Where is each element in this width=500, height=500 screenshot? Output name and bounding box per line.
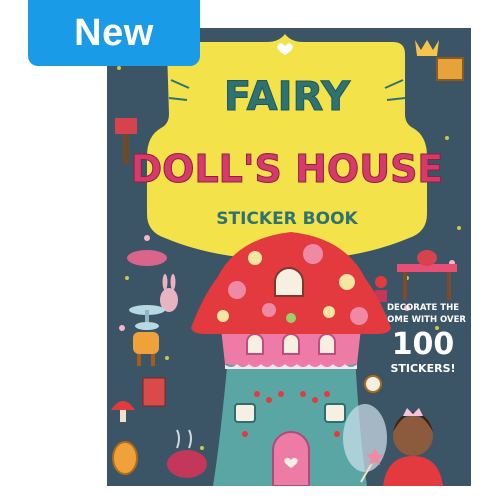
mirror-icon xyxy=(112,441,138,475)
title-fairy: FAIRY xyxy=(224,74,351,120)
new-badge-label: New xyxy=(74,11,154,54)
promo-number: 100 xyxy=(392,327,455,362)
promo-line1: DECORATE THE xyxy=(387,303,459,313)
promo-line2: HOME WITH OVER xyxy=(380,315,466,325)
title-dolls-house: DOLL'S HOUSE xyxy=(131,147,444,191)
clock-icon xyxy=(364,375,382,393)
new-badge[interactable]: New xyxy=(28,0,200,66)
cover-illustration: FAIRY DOLL'S HOUSE STICKER BOOK DECORATE… xyxy=(107,28,471,486)
lamp-icon xyxy=(115,118,137,134)
house-door xyxy=(272,431,310,486)
rug xyxy=(127,250,167,266)
picture-frame xyxy=(436,57,464,81)
teapot-icon xyxy=(417,250,437,266)
promo-line3: STICKERS! xyxy=(390,362,455,375)
upper-windows xyxy=(246,333,336,355)
attic-window xyxy=(274,267,304,297)
subtitle-sticker-book: STICKER BOOK xyxy=(216,209,358,229)
cupboard-icon xyxy=(142,377,166,407)
book-cover[interactable]: FAIRY DOLL'S HOUSE STICKER BOOK DECORATE… xyxy=(107,28,471,486)
